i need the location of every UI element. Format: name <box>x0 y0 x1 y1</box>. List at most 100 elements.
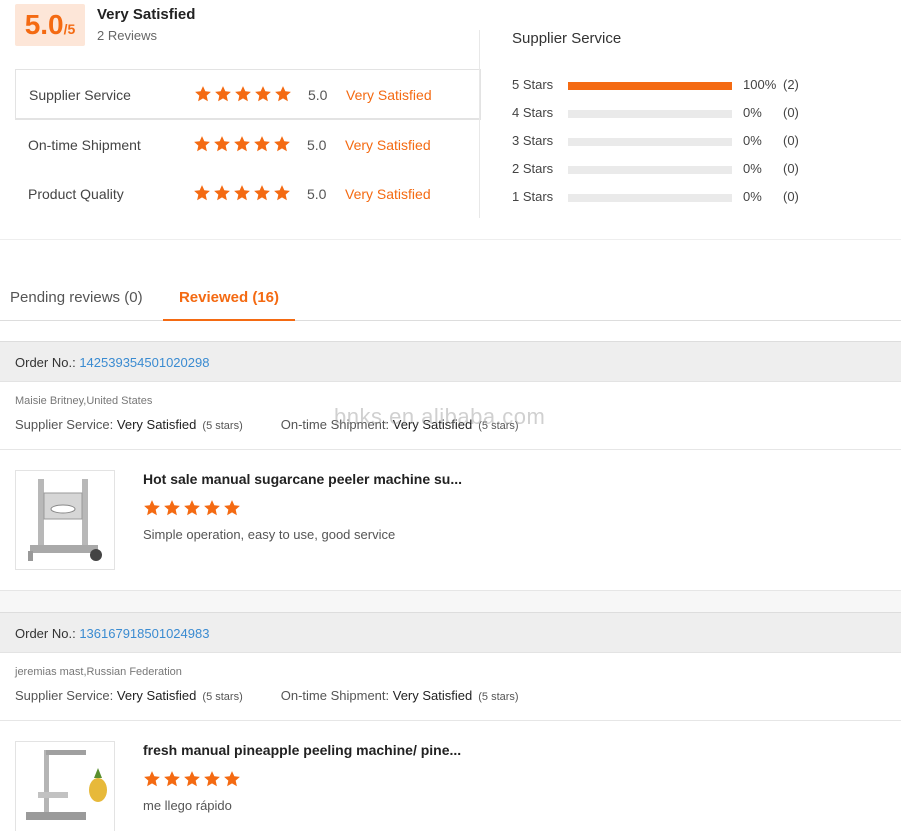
distribution-bar-fill <box>568 82 732 90</box>
review-tabs: Pending reviews (0) Reviewed (16) <box>0 280 901 321</box>
distribution-count: (0) <box>783 133 799 148</box>
product-thumbnail[interactable] <box>15 741 115 831</box>
rating-row-product-quality: Product Quality 5.0 Very Satisfied <box>15 169 481 219</box>
star-icon <box>193 135 211 153</box>
star-icon <box>183 499 201 517</box>
star-level-label: 3 Stars <box>512 133 554 148</box>
rating-word: Very Satisfied <box>346 87 432 103</box>
distribution-bar <box>568 110 732 118</box>
star-level-label: 2 Stars <box>512 161 554 176</box>
review-count: 2 Reviews <box>97 28 157 43</box>
product-rating-stars <box>143 770 243 793</box>
star-icon <box>203 770 221 788</box>
overall-label: Very Satisfied <box>97 6 196 23</box>
star-icon <box>214 85 232 103</box>
supplier-service-value: Very Satisfied <box>116 688 197 703</box>
order-number-link[interactable]: 136167918501024983 <box>79 626 209 641</box>
product-rating-stars <box>143 499 243 522</box>
star-level-label: 1 Stars <box>512 189 554 204</box>
overall-score-badge: 5.0/5 <box>15 4 85 46</box>
star-icon <box>163 499 181 517</box>
tab-reviewed[interactable]: Reviewed (16) <box>163 280 295 321</box>
supplier-service-stars: (5 stars) <box>202 420 243 432</box>
buyer-info: jeremias mast,Russian Federation <box>15 666 182 678</box>
rating-value: 5.0 <box>307 137 327 153</box>
star-icon <box>223 499 241 517</box>
order-no-label: Order No.: <box>15 626 76 641</box>
buyer-info: Maisie Britney,United States <box>15 395 153 407</box>
star-icon <box>183 770 201 788</box>
rating-value: 5.0 <box>307 186 327 202</box>
rating-row-on-time-shipment: On-time Shipment 5.0 Very Satisfied <box>15 119 481 169</box>
distribution-bar <box>568 82 732 90</box>
distribution-row: 1 Stars 0% (0) <box>512 187 812 207</box>
overall-score-max: /5 <box>63 21 76 37</box>
star-icon <box>254 85 272 103</box>
rating-word: Very Satisfied <box>345 186 431 202</box>
order-footer-spacer <box>0 590 901 612</box>
distribution-bar <box>568 166 732 174</box>
rating-stars <box>194 85 294 106</box>
star-icon <box>273 184 291 202</box>
shipment-stars: (5 stars) <box>478 691 519 703</box>
divider <box>0 449 901 450</box>
rating-label: On-time Shipment <box>28 137 141 153</box>
distribution-percent: 0% <box>743 161 762 176</box>
product-title-link[interactable]: Hot sale manual sugarcane peeler machine… <box>143 471 483 487</box>
distribution-count: (0) <box>783 161 799 176</box>
order-header: Order No.: 142539354501020298 <box>0 341 901 382</box>
distribution-percent: 0% <box>743 133 762 148</box>
product-thumbnail[interactable] <box>15 470 115 570</box>
star-icon <box>233 135 251 153</box>
distribution-row: 3 Stars 0% (0) <box>512 131 812 151</box>
rating-word: Very Satisfied <box>345 137 431 153</box>
star-icon <box>194 85 212 103</box>
star-icon <box>274 85 292 103</box>
divider <box>0 720 901 721</box>
star-icon <box>143 770 161 788</box>
review-comment: me llego rápido <box>143 798 232 813</box>
order-header: Order No.: 136167918501024983 <box>0 612 901 653</box>
tab-pending-reviews[interactable]: Pending reviews (0) <box>10 289 143 306</box>
rating-row-supplier-service: Supplier Service 5.0 Very Satisfied <box>15 69 481 119</box>
shipment-label: On-time Shipment: <box>280 688 390 703</box>
divider <box>479 30 480 218</box>
watermark: bnks.en.alibaba.com <box>334 404 546 429</box>
supplier-service-label: Supplier Service: <box>15 688 114 703</box>
star-icon <box>143 499 161 517</box>
rating-breakdown: Supplier Service 5.0 Very Satisfied On-t… <box>15 69 481 219</box>
distribution-count: (0) <box>783 189 799 204</box>
rating-stars <box>193 184 293 205</box>
star-icon <box>203 499 221 517</box>
star-icon <box>213 135 231 153</box>
star-icon <box>193 184 211 202</box>
rating-stars <box>193 135 293 156</box>
star-icon <box>223 770 241 788</box>
star-icon <box>253 184 271 202</box>
star-icon <box>163 770 181 788</box>
star-level-label: 5 Stars <box>512 77 554 92</box>
distribution-percent: 0% <box>743 105 762 120</box>
star-icon <box>273 135 291 153</box>
review-comment: Simple operation, easy to use, good serv… <box>143 527 396 542</box>
rating-label: Supplier Service <box>29 87 131 103</box>
distribution-title: Supplier Service <box>512 30 622 47</box>
distribution-count: (0) <box>783 105 799 120</box>
star-icon <box>253 135 271 153</box>
supplier-service-label: Supplier Service: <box>15 417 114 432</box>
distribution-bar <box>568 194 732 202</box>
order-no-label: Order No.: <box>15 355 76 370</box>
divider <box>0 239 901 240</box>
order-number-link[interactable]: 142539354501020298 <box>79 355 209 370</box>
star-icon <box>234 85 252 103</box>
distribution-row: 2 Stars 0% (0) <box>512 159 812 179</box>
distribution-row: 4 Stars 0% (0) <box>512 103 812 123</box>
order-ratings: Supplier Service: Very Satisfied (5 stars… <box>15 688 519 703</box>
supplier-service-stars: (5 stars) <box>202 691 243 703</box>
rating-label: Product Quality <box>28 186 124 202</box>
product-title-link[interactable]: fresh manual pineapple peeling machine/ … <box>143 742 483 758</box>
distribution-bar <box>568 138 732 146</box>
distribution-percent: 0% <box>743 189 762 204</box>
star-level-label: 4 Stars <box>512 105 554 120</box>
star-icon <box>233 184 251 202</box>
